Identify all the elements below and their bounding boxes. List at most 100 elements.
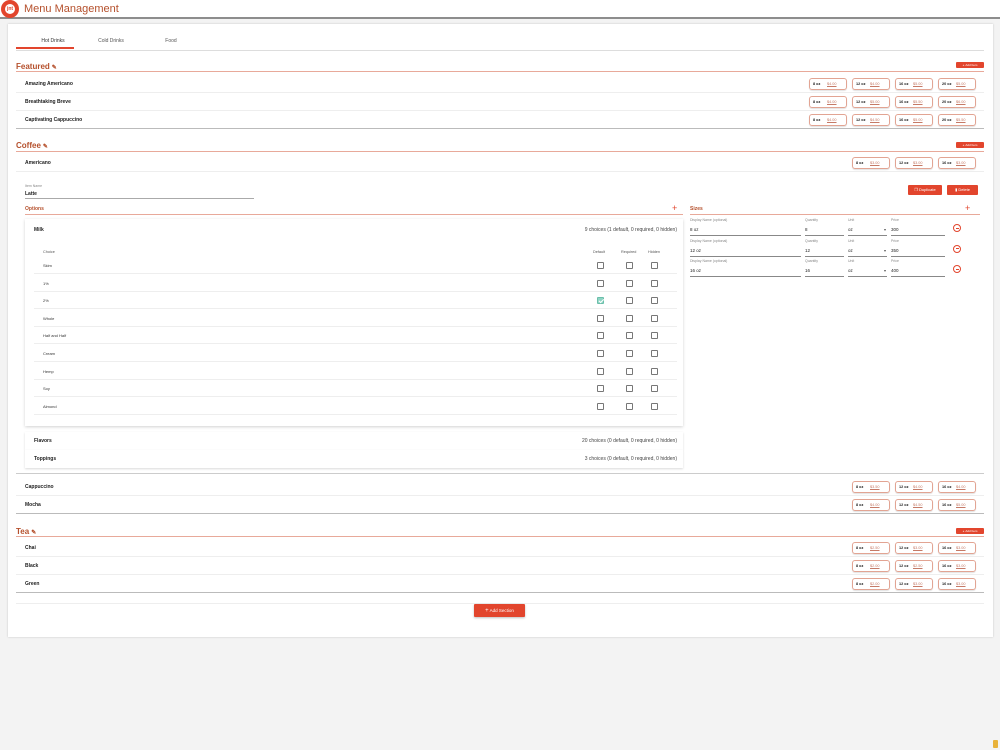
chip-price[interactable]: $4.50 bbox=[913, 500, 923, 510]
size-price-chip[interactable]: 16 oz $3.00 bbox=[938, 157, 976, 169]
tab-food[interactable]: Food bbox=[142, 38, 200, 44]
chip-price[interactable]: $3.00 bbox=[913, 158, 923, 168]
hidden-checkbox[interactable] bbox=[651, 332, 658, 340]
size-price-chip[interactable]: 12 oz $4.00 bbox=[852, 78, 890, 90]
option-group-flavors[interactable]: Flavors 20 choices (0 default, 0 require… bbox=[25, 432, 683, 450]
size-price-chip[interactable]: 12 oz $4.00 bbox=[895, 481, 933, 493]
size-price-chip[interactable]: 16 oz $5.00 bbox=[938, 499, 976, 511]
hidden-checkbox[interactable] bbox=[651, 350, 658, 357]
quantity-field[interactable]: Quantity 16 bbox=[805, 259, 844, 279]
menu-item-row[interactable]: Green 8 oz $2.00 12 oz $3.00 16 oz $3.00 bbox=[16, 576, 984, 593]
size-price-chip[interactable]: 8 oz $4.00 bbox=[809, 78, 847, 90]
hidden-checkbox[interactable] bbox=[651, 279, 658, 287]
add-item-button[interactable]: +Add Item bbox=[956, 62, 984, 68]
menu-item-row[interactable]: Mocha 8 oz $4.00 12 oz $4.50 16 oz $5.00 bbox=[16, 497, 984, 514]
size-price-chip[interactable]: 8 oz $3.50 bbox=[852, 481, 890, 493]
chip-price[interactable]: $4.00 bbox=[913, 482, 923, 492]
delete-button[interactable]: ▮ Delete bbox=[947, 185, 978, 195]
menu-item-row[interactable]: Amazing Americano 8 oz $4.00 12 oz $4.00 16 o… bbox=[16, 76, 984, 93]
menu-item-row[interactable]: Cappuccino 8 oz $3.50 12 oz $4.00 16 oz $4.00 bbox=[16, 479, 984, 496]
duplicate-button[interactable]: ❐ Duplicate bbox=[908, 185, 942, 195]
chip-price[interactable]: $3.00 bbox=[913, 543, 923, 553]
size-price-chip[interactable]: 8 oz $3.00 bbox=[852, 157, 890, 169]
unit-select[interactable]: Unit oz ▾ bbox=[848, 218, 887, 238]
required-checkbox[interactable] bbox=[626, 350, 633, 357]
hidden-checkbox[interactable] bbox=[651, 402, 658, 410]
size-price-chip[interactable]: 8 oz $2.50 bbox=[852, 542, 890, 554]
size-price-chip[interactable]: 16 oz $3.00 bbox=[938, 578, 976, 590]
chip-price[interactable]: $2.50 bbox=[913, 561, 923, 571]
size-price-chip[interactable]: 12 oz $4.50 bbox=[895, 499, 933, 511]
add-option-button[interactable]: + bbox=[672, 204, 677, 213]
price-field[interactable]: Price 400 bbox=[891, 259, 945, 279]
unit-select[interactable]: Unit oz ▾ bbox=[848, 259, 887, 279]
remove-size-icon[interactable] bbox=[953, 244, 961, 253]
chip-price[interactable]: $5.50 bbox=[956, 115, 966, 125]
size-price-chip[interactable]: 12 oz $4.50 bbox=[852, 114, 890, 126]
item-name-input[interactable]: Latte bbox=[25, 191, 37, 197]
size-price-chip[interactable]: 8 oz $4.00 bbox=[809, 114, 847, 126]
display-name-field[interactable]: Display Name (optional) 16 oz bbox=[690, 259, 801, 279]
chip-price[interactable]: $5.50 bbox=[913, 97, 923, 107]
chip-price[interactable]: $4.00 bbox=[827, 115, 837, 125]
menu-item-row[interactable]: Black 8 oz $2.00 12 oz $2.50 16 oz $3.00 bbox=[16, 558, 984, 575]
menu-item-row[interactable]: Chai 8 oz $2.50 12 oz $3.00 16 oz $3.00 bbox=[16, 540, 984, 557]
edit-pencil-icon[interactable]: ✎ bbox=[43, 144, 48, 150]
chip-price[interactable]: $5.00 bbox=[913, 115, 923, 125]
chip-price[interactable]: $3.00 bbox=[870, 158, 880, 168]
help-badge[interactable] bbox=[993, 740, 998, 748]
size-price-chip[interactable]: 16 oz $5.50 bbox=[895, 96, 933, 108]
tab-cold-drinks[interactable]: Cold Drinks bbox=[82, 38, 140, 44]
chip-price[interactable]: $5.00 bbox=[870, 97, 880, 107]
chip-price[interactable]: $3.00 bbox=[956, 579, 966, 589]
hidden-checkbox[interactable] bbox=[651, 297, 658, 305]
add-section-button[interactable]: +Add Section bbox=[474, 604, 525, 617]
hidden-checkbox[interactable] bbox=[651, 385, 658, 393]
chip-price[interactable]: $4.00 bbox=[870, 79, 880, 89]
chip-price[interactable]: $4.00 bbox=[956, 482, 966, 492]
size-price-chip[interactable]: 12 oz $2.50 bbox=[895, 560, 933, 572]
default-checkbox[interactable] bbox=[597, 350, 604, 357]
default-checkbox[interactable] bbox=[597, 367, 604, 375]
size-price-chip[interactable]: 12 oz $3.00 bbox=[895, 542, 933, 554]
required-checkbox[interactable] bbox=[626, 367, 633, 375]
option-group-toppings[interactable]: Toppings 3 choices (0 default, 0 require… bbox=[25, 450, 683, 468]
chip-price[interactable]: $5.00 bbox=[956, 500, 966, 510]
chip-price[interactable]: $2.00 bbox=[870, 579, 880, 589]
required-checkbox[interactable] bbox=[626, 297, 633, 305]
display-name-field[interactable]: Display Name (optional) 8 oz bbox=[690, 218, 801, 238]
unit-select[interactable]: Unit oz ▾ bbox=[848, 239, 887, 259]
chip-price[interactable]: $4.50 bbox=[870, 115, 880, 125]
chip-price[interactable]: $2.00 bbox=[870, 561, 880, 571]
quantity-field[interactable]: Quantity 8 bbox=[805, 218, 844, 238]
default-checkbox[interactable] bbox=[597, 262, 604, 269]
chip-price[interactable]: $6.00 bbox=[956, 97, 966, 107]
tab-hot-drinks[interactable]: Hot Drinks bbox=[24, 38, 82, 44]
chip-price[interactable]: $3.00 bbox=[956, 543, 966, 553]
default-checkbox[interactable] bbox=[597, 297, 604, 305]
size-price-chip[interactable]: 8 oz $4.00 bbox=[809, 96, 847, 108]
chip-price[interactable]: $3.00 bbox=[913, 579, 923, 589]
size-price-chip[interactable]: 8 oz $2.00 bbox=[852, 578, 890, 590]
size-price-chip[interactable]: 20 oz $5.00 bbox=[938, 78, 976, 90]
add-size-button[interactable]: + bbox=[965, 204, 970, 213]
default-checkbox[interactable] bbox=[597, 402, 604, 410]
option-group-title[interactable]: Milk bbox=[34, 227, 44, 233]
display-name-field[interactable]: Display Name (optional) 12 oz bbox=[690, 239, 801, 259]
price-field[interactable]: Price 350 bbox=[891, 239, 945, 259]
size-price-chip[interactable]: 12 oz $3.00 bbox=[895, 578, 933, 590]
chip-price[interactable]: $4.00 bbox=[827, 79, 837, 89]
hidden-checkbox[interactable] bbox=[651, 262, 658, 269]
chip-price[interactable]: $5.00 bbox=[956, 79, 966, 89]
chip-price[interactable]: $3.50 bbox=[870, 482, 880, 492]
size-price-chip[interactable]: 20 oz $6.00 bbox=[938, 96, 976, 108]
required-checkbox[interactable] bbox=[626, 402, 633, 410]
chip-price[interactable]: $4.00 bbox=[870, 500, 880, 510]
required-checkbox[interactable] bbox=[626, 314, 633, 322]
price-field[interactable]: Price 300 bbox=[891, 218, 945, 238]
default-checkbox[interactable] bbox=[597, 314, 604, 322]
size-price-chip[interactable]: 16 oz $3.00 bbox=[938, 560, 976, 572]
menu-item-row[interactable]: Captivating Cappuccino 8 oz $4.00 12 oz $4.5… bbox=[16, 112, 984, 129]
hidden-checkbox[interactable] bbox=[651, 367, 658, 375]
required-checkbox[interactable] bbox=[626, 262, 633, 269]
